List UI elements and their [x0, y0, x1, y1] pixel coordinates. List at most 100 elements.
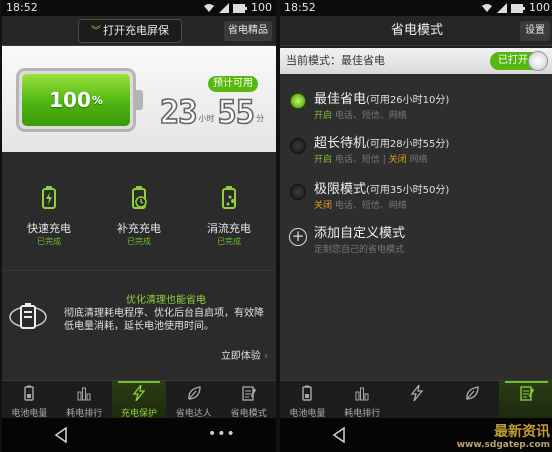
stage-fast-charge: 快速充电 已完成 — [14, 186, 84, 248]
leaf-icon — [466, 386, 479, 400]
title-bar: 省电模式 设置 — [280, 16, 552, 46]
power-saving-picks-button[interactable]: 省电精品 — [224, 21, 272, 41]
mode-icon — [519, 386, 534, 401]
stage-name: 补充充电 — [117, 222, 161, 235]
watermark-title: 最新资讯 — [494, 424, 550, 440]
current-mode-bar: 当前模式：最佳省电 已打开 — [280, 48, 552, 74]
page-title: 省电模式 — [390, 23, 443, 38]
nav-power-mode[interactable] — [499, 381, 552, 418]
mode-long-standby[interactable]: 超长待机(可用28小时55分) 开启 电话、短信 | 关闭 网络 — [280, 130, 552, 178]
back-icon[interactable] — [332, 427, 346, 443]
promo-title: 优化清理也能省电 — [126, 295, 206, 306]
mode-hint: (可用28小时55分) — [366, 139, 450, 150]
battery-percent: 100 — [49, 88, 91, 112]
mode-name: 极限模式(可用35小时50分) — [314, 178, 449, 197]
mode-details: 开启 电话、短信、网络 — [314, 108, 407, 121]
mode-title: 极限模式 — [314, 182, 367, 197]
more-icon[interactable]: ••• — [208, 426, 236, 442]
wifi-icon — [204, 4, 214, 12]
charge-screensaver-toggle[interactable]: ︾ 打开充电屏保 — [78, 19, 182, 43]
mode-details: 开启 电话、短信 | 关闭 网络 — [314, 155, 428, 165]
promo-description: 彻底清理耗电程序、优化后台自启项，有效降低电量消耗，延长电池使用时间。 — [64, 308, 264, 332]
nav-power-expert[interactable] — [444, 381, 499, 418]
status-bar: 18:52 100 — [2, 0, 276, 16]
disabled-label: 关闭 — [388, 155, 407, 165]
nav-power-mode[interactable]: 省电模式 — [221, 381, 276, 419]
battery-icon — [24, 385, 35, 401]
mode-details: 关闭 电话、短信、网络 — [314, 198, 407, 211]
enabled-items: 电话、短信、网络 — [334, 111, 407, 121]
mode-hint: (可用35小时50分) — [366, 185, 450, 196]
mode-hint: (可用26小时10分) — [366, 95, 450, 106]
mode-radio[interactable] — [290, 138, 306, 154]
stage-status: 已完成 — [127, 237, 151, 246]
lightning-icon — [132, 384, 146, 402]
trickle-charge-icon — [222, 186, 236, 209]
battery-icon — [302, 385, 313, 401]
mode-best-saving[interactable]: 最佳省电(可用26小时10分) 开启 电话、短信、网络 — [280, 86, 552, 130]
add-custom-mode[interactable]: + 添加自定义模式 定制您自己的省电模式 — [280, 220, 552, 260]
signal-icon — [219, 3, 229, 13]
mode-icon — [241, 386, 256, 401]
leaf-icon — [188, 386, 201, 400]
enabled-label: 开启 — [314, 155, 333, 165]
status-battery-percent: 100 — [251, 1, 272, 14]
supplement-charge-icon — [132, 186, 147, 209]
nav-consumption-ranking[interactable]: 耗电排行 — [335, 381, 390, 419]
nav-power-expert[interactable]: 省电达人 — [166, 381, 221, 419]
bar-chart-icon — [77, 387, 91, 401]
estimate-badge: 预计可用 — [208, 76, 258, 92]
wifi-icon — [482, 4, 492, 12]
try-now-link[interactable]: 立即体验 › — [221, 347, 268, 362]
enabled-label: 开启 — [314, 111, 333, 121]
disabled-items: 电话、短信、网络 — [334, 201, 407, 211]
power-mode-toggle[interactable]: 已打开 — [490, 51, 548, 71]
signal-icon — [497, 3, 507, 13]
back-icon[interactable] — [54, 427, 68, 443]
toggle-knob — [528, 51, 548, 71]
lightning-icon — [410, 384, 424, 402]
right-screen: 18:52 100 省电模式 设置 当前模式：最佳省电 已打开 最佳省电(可用2… — [280, 0, 552, 452]
system-nav-bar: 最新资讯 www.sdgatep.com — [280, 418, 552, 452]
nav-battery-level[interactable]: 电池电量 — [280, 381, 335, 419]
mode-radio-selected[interactable] — [290, 93, 306, 109]
optimize-promo[interactable]: 优化清理也能省电 彻底清理耗电程序、优化后台自启项，有效降低电量消耗，延长电池使… — [2, 270, 276, 380]
status-bar: 18:52 100 — [280, 0, 552, 16]
battery-status-icon — [511, 3, 525, 13]
stage-name: 涓流充电 — [207, 222, 251, 235]
battery-percent-sign: % — [91, 93, 103, 107]
watermark-url: www.sdgatep.com — [456, 440, 550, 450]
system-nav-bar: ••• — [2, 418, 276, 452]
try-now-label: 立即体验 — [220, 351, 261, 362]
mode-name: 超长待机(可用28小时55分) — [314, 132, 449, 151]
top-bar: ︾ 打开充电屏保 省电精品 — [2, 16, 276, 46]
remaining-time: 23 小时 55 分 — [159, 93, 267, 131]
nav-consumption-ranking[interactable]: 耗电排行 — [57, 381, 112, 419]
nav-charge-protection[interactable]: 充电保护 — [111, 381, 167, 419]
nav-charge-protection[interactable] — [390, 381, 445, 418]
stage-supplement-charge: 补充充电 已完成 — [104, 186, 174, 248]
disabled-items: 网络 — [409, 155, 428, 165]
stage-status: 已完成 — [37, 237, 61, 246]
mode-extreme[interactable]: 极限模式(可用35小时50分) 关闭 电话、短信、网络 — [280, 176, 552, 224]
nav-battery-level[interactable]: 电池电量 — [2, 381, 57, 419]
charge-screensaver-label: 打开充电屏保 — [103, 24, 169, 37]
status-time: 18:52 — [284, 1, 316, 14]
custom-mode-desc: 定制您自己的省电模式 — [314, 245, 405, 255]
charge-stages: 快速充电 已完成 补充充电 已完成 涓流充电 已完成 — [2, 152, 276, 270]
settings-button[interactable]: 设置 — [520, 21, 550, 41]
minutes-unit: 分 — [256, 114, 265, 123]
status-time: 18:52 — [6, 1, 38, 14]
battery-fill: 100% — [22, 74, 130, 126]
remaining-hours: 23 — [159, 93, 198, 131]
bar-chart-icon — [355, 387, 369, 401]
stage-trickle-charge: 涓流充电 已完成 — [194, 186, 264, 248]
bottom-nav: 电池电量 耗电排行 充电保护 省电达人 省电模式 — [2, 380, 276, 419]
mode-radio[interactable] — [290, 184, 306, 200]
chevron-right-icon: › — [264, 351, 268, 362]
battery-nub — [136, 90, 143, 110]
bottom-nav: 电池电量 耗电排行 — [280, 380, 552, 419]
remaining-minutes: 55 — [217, 93, 256, 131]
mode-title: 超长待机 — [314, 136, 367, 151]
enabled-items: 电话、短信 — [334, 155, 380, 165]
